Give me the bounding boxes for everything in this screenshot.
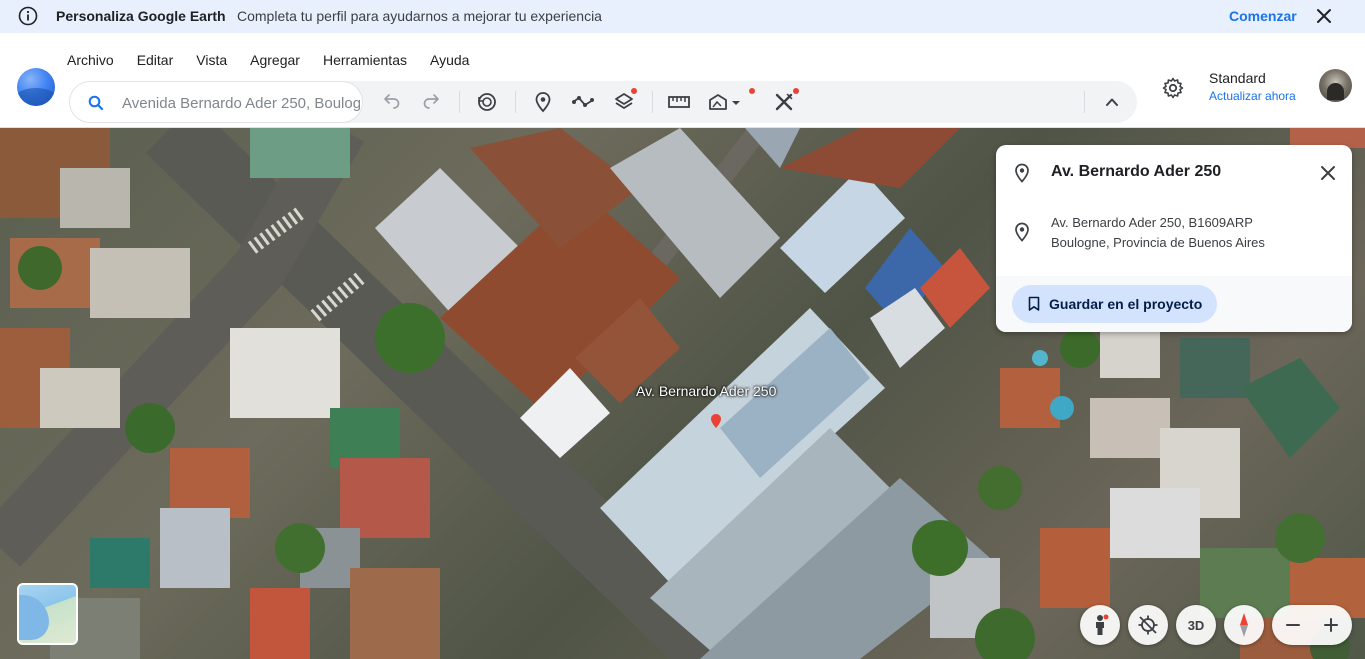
menu-ayuda[interactable]: Ayuda bbox=[430, 52, 469, 68]
undo-button[interactable] bbox=[380, 91, 404, 113]
map-style-button[interactable] bbox=[707, 88, 755, 113]
tools-icon bbox=[775, 93, 793, 111]
pegman-icon bbox=[1096, 614, 1109, 635]
add-placemark-button[interactable] bbox=[531, 91, 555, 113]
layers-icon bbox=[615, 93, 633, 109]
3d-label: 3D bbox=[1187, 617, 1205, 633]
banner-start-link[interactable]: Comenzar bbox=[1229, 8, 1297, 24]
place-pin-icon bbox=[1015, 163, 1029, 183]
location-pin-icon[interactable] bbox=[711, 414, 721, 428]
map-place-label[interactable]: Av. Bernardo Ader 250 bbox=[636, 383, 776, 399]
compass-icon bbox=[1240, 613, 1248, 637]
map-style-icon bbox=[709, 94, 740, 110]
street-view-button[interactable] bbox=[1080, 605, 1120, 645]
location-disabled-icon bbox=[1138, 615, 1158, 635]
place-title: Av. Bernardo Ader 250 bbox=[1051, 163, 1222, 180]
chevron-up-icon bbox=[1106, 98, 1118, 106]
close-icon[interactable] bbox=[1318, 163, 1338, 183]
menu-bar: Archivo Editar Vista Agregar Herramienta… bbox=[67, 52, 492, 68]
app-header: Archivo Editar Vista Agregar Herramienta… bbox=[0, 33, 1365, 128]
address-line-2: Boulogne, Provincia de Buenos Aires bbox=[1051, 235, 1265, 250]
collapse-toolbar-button[interactable] bbox=[1100, 91, 1124, 113]
measure-button[interactable] bbox=[667, 91, 691, 113]
google-earth-logo-icon[interactable] bbox=[17, 68, 55, 106]
minimap[interactable] bbox=[17, 583, 78, 645]
zoom-out-icon[interactable] bbox=[1284, 616, 1302, 634]
zoom-in-icon[interactable] bbox=[1322, 616, 1340, 634]
avatar[interactable] bbox=[1319, 69, 1352, 102]
personalize-banner: Personaliza Google Earth Completa tu per… bbox=[0, 0, 1365, 33]
redo-button[interactable] bbox=[419, 91, 443, 113]
location-off-button[interactable] bbox=[1128, 605, 1168, 645]
menu-archivo[interactable]: Archivo bbox=[67, 52, 114, 68]
compass-button[interactable] bbox=[1224, 605, 1264, 645]
ruler-icon bbox=[668, 96, 690, 108]
update-now-link[interactable]: Actualizar ahora bbox=[1209, 89, 1296, 103]
search-input[interactable] bbox=[122, 92, 360, 114]
close-icon[interactable] bbox=[1314, 6, 1334, 26]
add-path-button[interactable] bbox=[571, 91, 595, 113]
placemark-icon bbox=[535, 92, 551, 113]
search-box bbox=[69, 81, 363, 123]
save-to-project-label: Guardar en el proyecto bbox=[1049, 296, 1203, 312]
redo-icon bbox=[423, 94, 439, 109]
info-icon bbox=[18, 6, 38, 26]
menu-editar[interactable]: Editar bbox=[137, 52, 174, 68]
place-card: Av. Bernardo Ader 250 Av. Bernardo Ader … bbox=[996, 145, 1352, 332]
bookmark-icon bbox=[1028, 296, 1040, 311]
path-icon bbox=[572, 96, 594, 107]
address-pin-icon bbox=[1015, 222, 1029, 242]
history-icon bbox=[478, 93, 496, 111]
layers-button[interactable] bbox=[612, 88, 637, 113]
search-icon[interactable] bbox=[87, 94, 105, 112]
history-button[interactable] bbox=[475, 91, 499, 113]
banner-message: Completa tu perfil para ayudarnos a mejo… bbox=[237, 8, 602, 24]
toolbar bbox=[69, 81, 1137, 123]
save-to-project-button[interactable]: Guardar en el proyecto bbox=[1012, 285, 1217, 323]
menu-agregar[interactable]: Agregar bbox=[250, 52, 300, 68]
zoom-control bbox=[1272, 605, 1352, 645]
gear-icon[interactable] bbox=[1161, 76, 1185, 100]
plan-name: Standard bbox=[1209, 70, 1266, 86]
undo-icon bbox=[384, 94, 400, 109]
tools-button[interactable] bbox=[772, 88, 799, 113]
banner-title: Personaliza Google Earth bbox=[56, 8, 226, 24]
menu-herramientas[interactable]: Herramientas bbox=[323, 52, 407, 68]
3d-toggle-button[interactable]: 3D bbox=[1176, 605, 1216, 645]
address-line-1: Av. Bernardo Ader 250, B1609ARP bbox=[1051, 215, 1253, 230]
menu-vista[interactable]: Vista bbox=[196, 52, 227, 68]
